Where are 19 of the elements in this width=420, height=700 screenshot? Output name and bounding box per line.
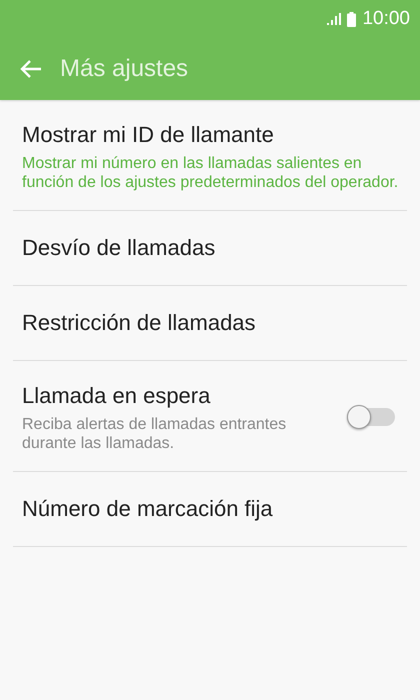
settings-row[interactable]: Restricción de llamadas <box>13 286 407 361</box>
setting-title: Restricción de llamadas <box>22 309 257 337</box>
settings-row[interactable]: Desvío de llamadas <box>13 211 407 286</box>
setting-summary: Reciba alertas de llamadas entrantes durante las llamadas. <box>22 415 288 453</box>
setting-summary: Mostrar mi número en las llamadas salientes en función de los ajustes predeterminados del operador. <box>22 154 400 192</box>
setting-title: Desvío de llamadas <box>22 234 216 262</box>
toggle-switch[interactable] <box>347 408 395 426</box>
settings-row[interactable]: Llamada en espera Reciba alertas de llamadas entrantes durante las llamadas. <box>13 361 407 472</box>
signal-icon <box>327 13 342 25</box>
status-time: 10:00 <box>362 8 410 30</box>
settings-row[interactable]: Mostrar mi ID de llamante Mostrar mi número en las llamadas salientes en función de los ajustes predeterminados del operador. <box>13 100 407 211</box>
screen-title: Más ajustes <box>60 55 188 83</box>
setting-title: Mostrar mi ID de llamante <box>22 121 275 149</box>
settings-row[interactable]: Número de marcación fija <box>13 472 407 547</box>
battery-icon <box>347 12 356 26</box>
setting-title: Llamada en espera <box>22 382 212 410</box>
back-arrow-icon <box>20 59 42 79</box>
setting-title: Número de marcación fija <box>22 495 274 523</box>
back-button[interactable] <box>20 59 42 79</box>
